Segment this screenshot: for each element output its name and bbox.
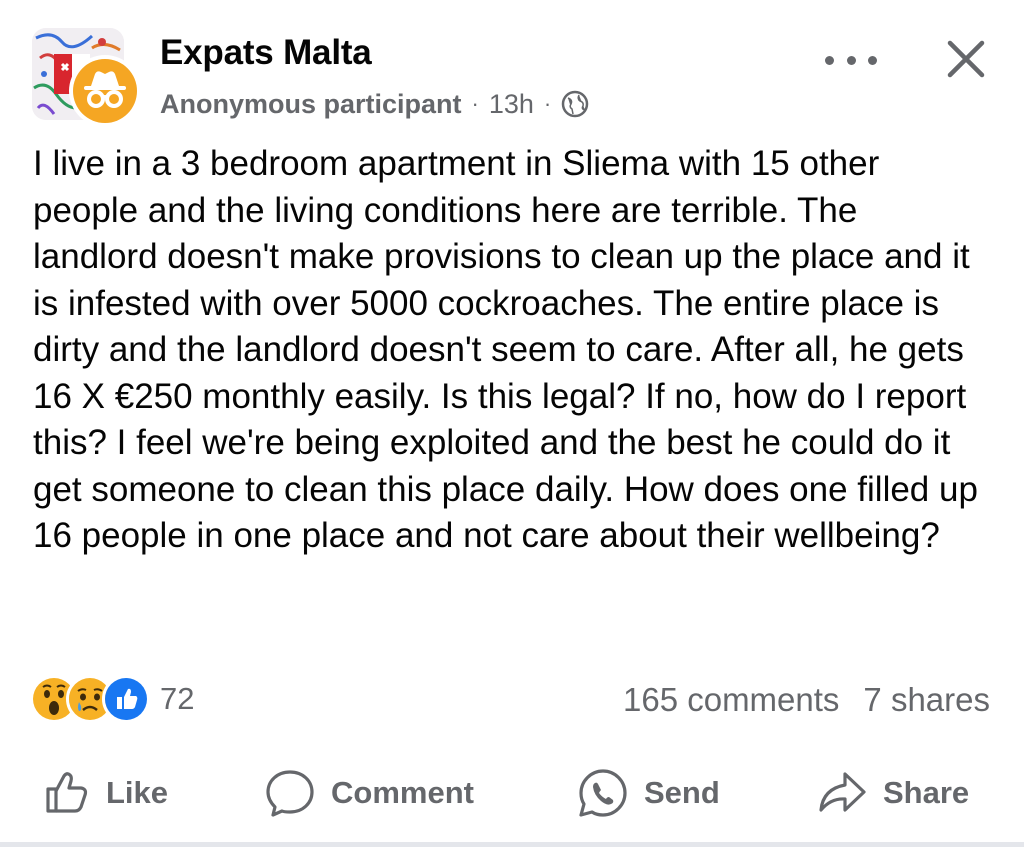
anonymous-avatar [69,55,141,127]
whatsapp-icon [576,766,630,820]
comments-count[interactable]: 165 comments [623,681,839,719]
close-icon[interactable] [944,37,988,81]
divider [0,842,1024,847]
share-label: Share [883,775,970,810]
reactions-summary[interactable]: 72 [30,675,195,723]
globe-icon [561,90,589,118]
post-time[interactable]: 13h [489,89,534,120]
post-text: I live in a 3 bedroom apartment in Sliem… [33,144,978,555]
like-button[interactable]: Like [42,760,168,826]
group-name[interactable]: Expats Malta [160,33,372,73]
comment-button[interactable]: Comment [263,760,474,826]
author-name[interactable]: Anonymous participant [160,89,462,120]
meta-separator: · [543,91,552,116]
comment-bubble-icon [263,767,317,819]
incognito-icon [73,59,137,123]
shares-count[interactable]: 7 shares [863,681,990,719]
thumbs-up-icon [42,768,92,818]
post-meta: Anonymous participant · 13h · [160,86,589,122]
meta-separator: · [471,91,479,116]
reaction-count: 72 [160,681,195,716]
engagement-stats: 165 comments 7 shares [623,677,990,723]
like-label: Like [106,775,169,810]
share-button[interactable]: Share [815,760,969,826]
more-options-icon[interactable] [825,40,877,80]
comment-label: Comment [331,775,474,810]
like-reaction-icon [102,675,150,723]
share-arrow-icon [815,768,869,818]
send-label: Send [644,775,720,810]
post-card: Expats Malta Anonymous participant · 13h… [0,0,1024,847]
action-bar: Like Comment Send Share [0,760,1024,826]
send-button[interactable]: Send [576,760,720,826]
